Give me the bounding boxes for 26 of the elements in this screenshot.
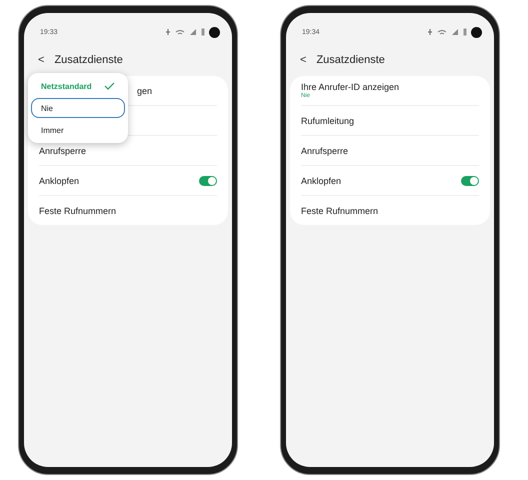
back-button[interactable]: <: [300, 54, 306, 66]
setting-label[interactable]: Feste Rufnummern: [301, 206, 378, 216]
check-icon: [104, 82, 115, 90]
signal-icon: [189, 28, 197, 36]
signal-icon: [451, 28, 459, 36]
setting-label[interactable]: Anklopfen: [301, 176, 342, 186]
setting-label[interactable]: Anklopfen: [39, 176, 80, 186]
toggle-switch[interactable]: [199, 176, 217, 186]
menu-option[interactable]: Nie: [31, 98, 125, 118]
menu-option[interactable]: Immer: [31, 120, 125, 140]
battery-icon: [463, 28, 467, 36]
wifi-icon: [175, 28, 185, 36]
page-title: Zusatzdienste: [54, 54, 123, 66]
toggle-switch[interactable]: [461, 176, 479, 186]
wifi-icon: [437, 28, 447, 36]
camera-hole: [471, 26, 482, 38]
setting-label[interactable]: Feste Rufnummern: [39, 206, 116, 216]
setting-label[interactable]: Anrufsperre: [301, 146, 348, 156]
setting-label: gen: [137, 86, 152, 96]
setting-label[interactable]: Ihre Anrufer-ID anzeigen: [301, 82, 400, 92]
page-title: Zusatzdienste: [316, 54, 385, 66]
camera-hole: [209, 26, 220, 38]
back-button[interactable]: <: [38, 54, 44, 66]
setting-label[interactable]: Anrufsperre: [39, 146, 86, 156]
battery-icon: [201, 28, 205, 36]
setting-label[interactable]: Rufumleitung: [301, 116, 354, 126]
